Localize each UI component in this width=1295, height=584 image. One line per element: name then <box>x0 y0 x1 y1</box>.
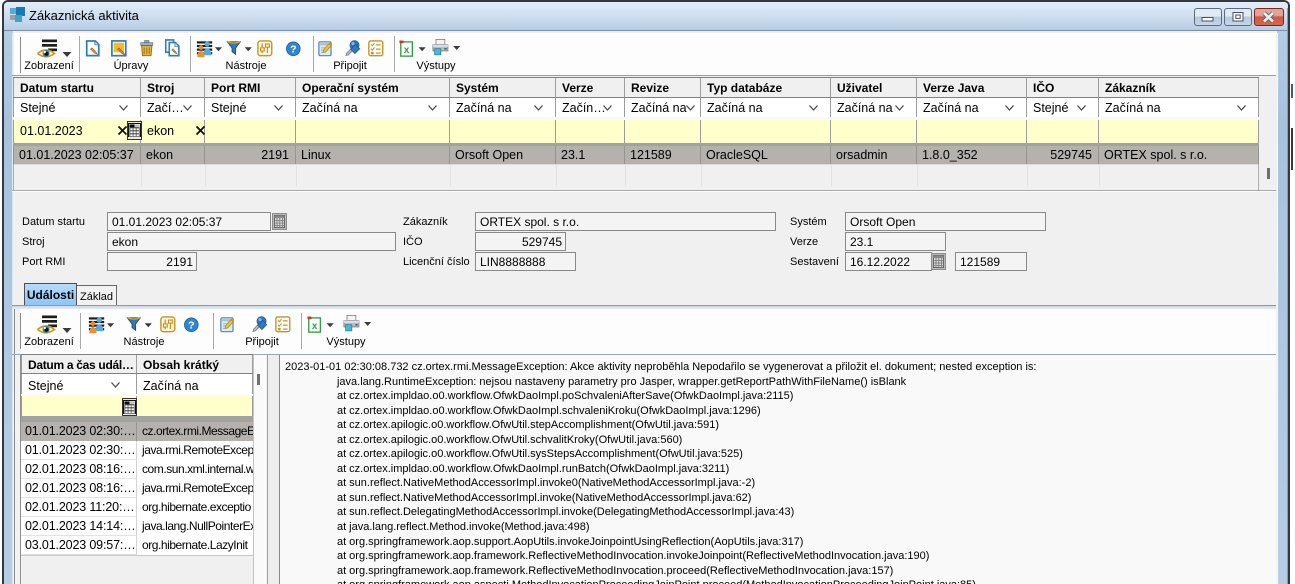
svg-text:?: ? <box>290 43 296 55</box>
svg-text:?: ? <box>188 319 194 331</box>
svg-text:x: x <box>404 45 410 56</box>
svg-text:x: x <box>312 321 318 332</box>
